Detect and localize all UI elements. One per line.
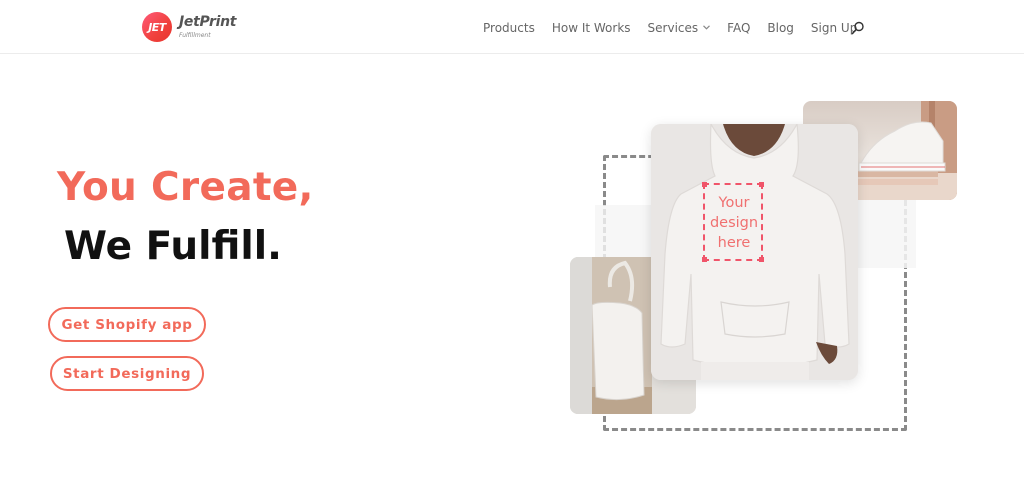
hero-headline-create: You Create,: [57, 165, 314, 210]
design-placeholder-text: Your design here: [705, 193, 763, 253]
design-line: Your: [718, 195, 750, 211]
design-line: design: [709, 215, 759, 231]
search-icon[interactable]: [851, 20, 865, 35]
resize-handle[interactable]: [759, 182, 764, 187]
decorative-panel: [595, 205, 655, 260]
site-header: JET JetPrint Fulfillment Products How It…: [0, 0, 1024, 54]
brand-name: JetPrint: [179, 14, 237, 30]
brand-tagline: Fulfillment: [179, 32, 211, 39]
chevron-down-icon: [703, 24, 711, 32]
nav-how-it-works[interactable]: How It Works: [552, 21, 631, 35]
logo-badge-icon: JET: [142, 12, 172, 42]
resize-handle[interactable]: [702, 182, 707, 187]
main-nav: Products How It Works Services FAQ Blog …: [483, 19, 874, 37]
nav-services[interactable]: Services: [648, 21, 711, 35]
design-placeholder-box[interactable]: Your design here: [702, 182, 764, 262]
resize-handle[interactable]: [759, 257, 764, 262]
decorative-panel: [856, 198, 916, 268]
nav-services-label: Services: [647, 21, 699, 35]
jetprint-logo[interactable]: JET JetPrint Fulfillment: [142, 10, 242, 44]
nav-faq[interactable]: FAQ: [727, 21, 750, 35]
hero-headline-fulfill: We Fulfill.: [64, 224, 282, 269]
start-designing-button[interactable]: Start Designing: [50, 356, 204, 391]
nav-products[interactable]: Products: [483, 21, 535, 35]
design-line: here: [717, 235, 751, 251]
get-shopify-app-button[interactable]: Get Shopify app: [48, 307, 206, 342]
resize-handle[interactable]: [702, 257, 707, 262]
nav-blog[interactable]: Blog: [767, 21, 794, 35]
